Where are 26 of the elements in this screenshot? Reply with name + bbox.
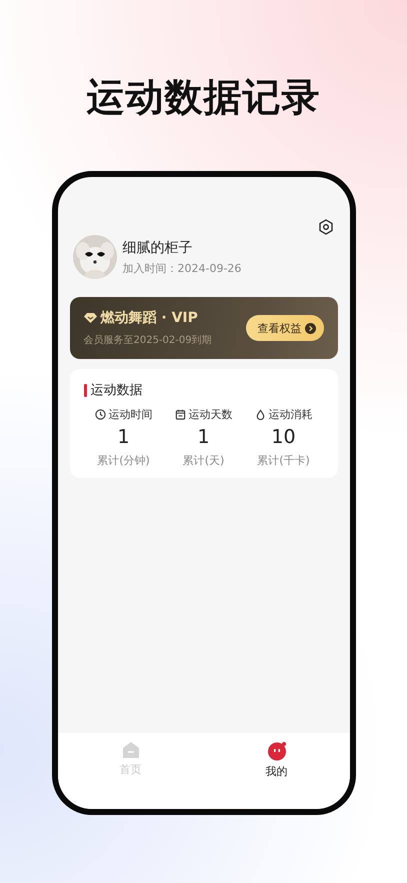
vip-title: 燃动舞蹈 · VIP bbox=[100, 309, 198, 327]
clock-icon bbox=[94, 409, 106, 420]
nav-tab[interactable]: 我的 bbox=[204, 733, 350, 809]
settings-icon[interactable] bbox=[318, 219, 334, 235]
calendar-icon bbox=[174, 409, 186, 420]
vip-expiry: 会员服务至2025-02-09到期 bbox=[84, 334, 212, 347]
stat-unit: 累计(千卡) bbox=[257, 453, 310, 468]
diamond-icon bbox=[84, 312, 96, 324]
user-name: 细腻的柜子 bbox=[122, 238, 194, 256]
stat-unit: 累计(天) bbox=[182, 453, 224, 468]
accent-bar bbox=[84, 384, 86, 396]
stat-value: 1 bbox=[197, 426, 210, 448]
drop-icon bbox=[254, 409, 266, 420]
section-title: 运动数据 bbox=[90, 382, 142, 399]
stat-label: 运动天数 bbox=[188, 407, 232, 422]
stat-value: 10 bbox=[271, 426, 296, 448]
face-icon bbox=[266, 741, 286, 761]
join-date: 加入时间：2024-09-26 bbox=[122, 260, 242, 276]
home-icon bbox=[122, 741, 140, 759]
stat-unit: 累计(分钟) bbox=[97, 453, 150, 468]
headline: 运动数据记录 bbox=[86, 74, 320, 121]
stat-label: 运动消耗 bbox=[268, 407, 312, 422]
stat-value: 1 bbox=[117, 426, 130, 448]
chevron-icon bbox=[304, 322, 316, 334]
benefits-button[interactable]: 查看权益 bbox=[246, 315, 324, 341]
stat-label: 运动时间 bbox=[108, 407, 152, 422]
